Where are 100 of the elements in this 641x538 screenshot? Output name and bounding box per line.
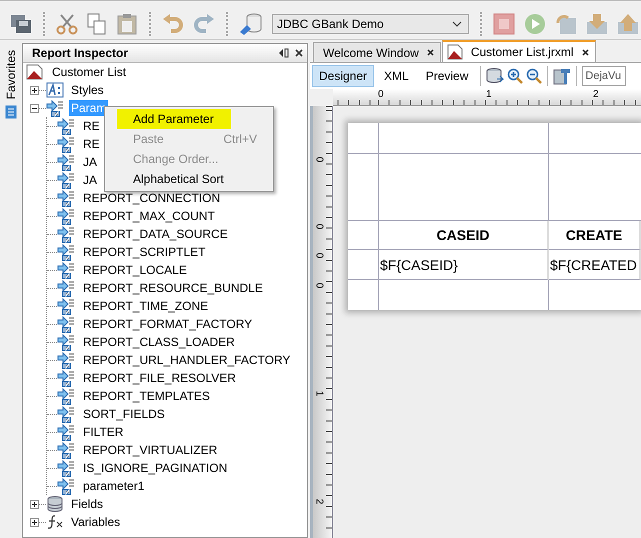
zoom-out-icon[interactable] — [526, 68, 542, 84]
favorites-tab[interactable]: Favorites — [4, 48, 18, 102]
tree-item[interactable]: JA — [81, 154, 100, 170]
scissors-icon[interactable] — [56, 13, 78, 35]
arrow-in-icon — [57, 370, 75, 386]
tree-item[interactable]: REPORT_VIRTUALIZER — [81, 442, 220, 458]
tree-item[interactable]: REPORT_TIME_ZONE — [81, 298, 210, 314]
collapse-icon[interactable] — [30, 104, 39, 112]
ruler-label: 2 — [313, 498, 324, 504]
menu-item[interactable]: Add Parameter — [117, 109, 231, 129]
tree-item[interactable]: REPORT_CLASS_LOADER — [81, 334, 237, 350]
font-field[interactable]: DejaVu — [582, 66, 626, 86]
arrow-in-icon — [57, 172, 75, 188]
tree-item[interactable]: JA — [81, 172, 100, 188]
arrow-in-icon — [57, 460, 75, 476]
arrow-in-icon — [57, 424, 75, 440]
tree-item[interactable]: REPORT_TEMPLATES — [81, 388, 212, 404]
datasource-dropdown[interactable]: JDBC GBank Demo — [272, 14, 469, 34]
tree-item[interactable]: REPORT_SCRIPTLET — [81, 244, 208, 260]
tree-item[interactable]: REPORT_FILE_RESOLVER — [81, 370, 238, 386]
ruler-label: 0 — [313, 224, 324, 230]
column-header: CREATE — [549, 221, 641, 250]
expand-icon[interactable] — [30, 518, 39, 526]
tree-item[interactable]: parameter1 — [81, 478, 146, 494]
ruler-label: 0 — [378, 89, 384, 100]
ruler-label: 1 — [486, 89, 492, 100]
arrow-in-icon — [57, 388, 75, 404]
clipboard-icon[interactable] — [116, 13, 138, 35]
tree-item[interactable]: Variables — [69, 514, 122, 530]
zoom-in-icon[interactable] — [507, 68, 524, 84]
tree-item[interactable]: REPORT_MAX_COUNT — [81, 208, 217, 224]
tree-item[interactable]: FILTER — [81, 424, 126, 440]
minimize-icon[interactable] — [278, 48, 289, 58]
close-icon[interactable] — [582, 48, 588, 56]
tree-item[interactable]: Customer List — [50, 64, 128, 80]
tree-item[interactable]: IS_IGNORE_PAGINATION — [81, 460, 230, 476]
tree-item[interactable]: REPORT_URL_HANDLER_FACTORY — [81, 352, 292, 368]
field-expression: $F{CASEID} — [379, 250, 549, 280]
expand-icon[interactable] — [30, 500, 39, 508]
tree-item[interactable]: REPORT_RESOURCE_BUNDLE — [81, 280, 265, 296]
arrow-in-icon — [57, 334, 75, 350]
function-icon — [46, 514, 64, 530]
report-icon — [446, 44, 463, 60]
ruler-label: 0 — [313, 156, 324, 162]
arrow-in-icon — [46, 100, 64, 116]
stop-icon[interactable] — [493, 13, 515, 35]
tree-item[interactable]: RE — [81, 118, 102, 134]
band-cell — [348, 123, 379, 154]
tree-item[interactable]: REPORT_CONNECTION — [81, 190, 222, 206]
arrow-in-icon — [57, 280, 75, 296]
ruler-label: 0 — [313, 252, 324, 258]
tree-item[interactable]: Styles — [69, 82, 106, 98]
arrow-in-icon — [57, 208, 75, 224]
arrow-in-icon — [57, 406, 75, 422]
view-tab[interactable]: Designer — [312, 65, 374, 87]
tree-item[interactable]: REPORT_LOCALE — [81, 262, 189, 278]
arrow-in-icon — [57, 244, 75, 260]
column-header: CASEID — [379, 221, 549, 250]
editor-tab[interactable]: Customer List.jrxml — [442, 40, 596, 62]
close-icon[interactable] — [295, 49, 303, 57]
arrow-in-icon — [57, 442, 75, 458]
band-cell — [348, 250, 379, 280]
arrow-in-icon — [57, 316, 75, 332]
ruler-label: 1 — [313, 390, 324, 396]
expand-icon[interactable] — [30, 86, 39, 94]
styles-icon — [46, 82, 64, 98]
report-icon — [26, 64, 44, 80]
arrow-in-icon — [57, 352, 75, 368]
tree-item[interactable]: RE — [81, 136, 102, 152]
close-icon[interactable] — [426, 49, 434, 56]
band-cell — [348, 154, 379, 221]
ruler-label: 2 — [593, 89, 599, 100]
arrow-in-icon — [57, 154, 75, 170]
arrow-in-icon — [57, 190, 75, 206]
database-icon — [46, 496, 64, 512]
disk-icon[interactable] — [10, 13, 32, 35]
shortcut-label: Ctrl+V — [223, 132, 257, 146]
tree-item[interactable]: SORT_FIELDS — [81, 406, 167, 422]
menu-item[interactable]: Alphabetical Sort — [107, 169, 271, 189]
field-expression: $F{CREATED — [549, 250, 641, 280]
panel-title: Report Inspector — [32, 46, 128, 60]
tree-item[interactable]: Fields — [69, 496, 106, 512]
arrow-in-icon — [57, 478, 75, 494]
tree-item[interactable]: REPORT_FORMAT_FACTORY — [81, 316, 254, 332]
database-plug-icon[interactable] — [239, 12, 263, 36]
tree-item[interactable]: REPORT_DATA_SOURCE — [81, 226, 230, 242]
view-tab[interactable]: Preview — [418, 65, 476, 87]
document-list-icon[interactable] — [5, 105, 17, 120]
band-cell — [348, 221, 379, 250]
editor-tab[interactable]: Welcome Window — [313, 42, 441, 62]
copy-icon[interactable] — [87, 13, 107, 35]
chevron-down-icon[interactable] — [452, 21, 462, 27]
arrow-in-icon — [57, 136, 75, 152]
arrow-in-icon — [57, 298, 75, 314]
arrow-in-icon — [57, 226, 75, 242]
arrow-in-icon — [57, 118, 75, 134]
arrow-in-icon — [57, 262, 75, 278]
ruler-label: 0 — [313, 282, 324, 288]
database-icon[interactable] — [486, 68, 504, 84]
view-tab[interactable]: XML — [377, 65, 416, 87]
